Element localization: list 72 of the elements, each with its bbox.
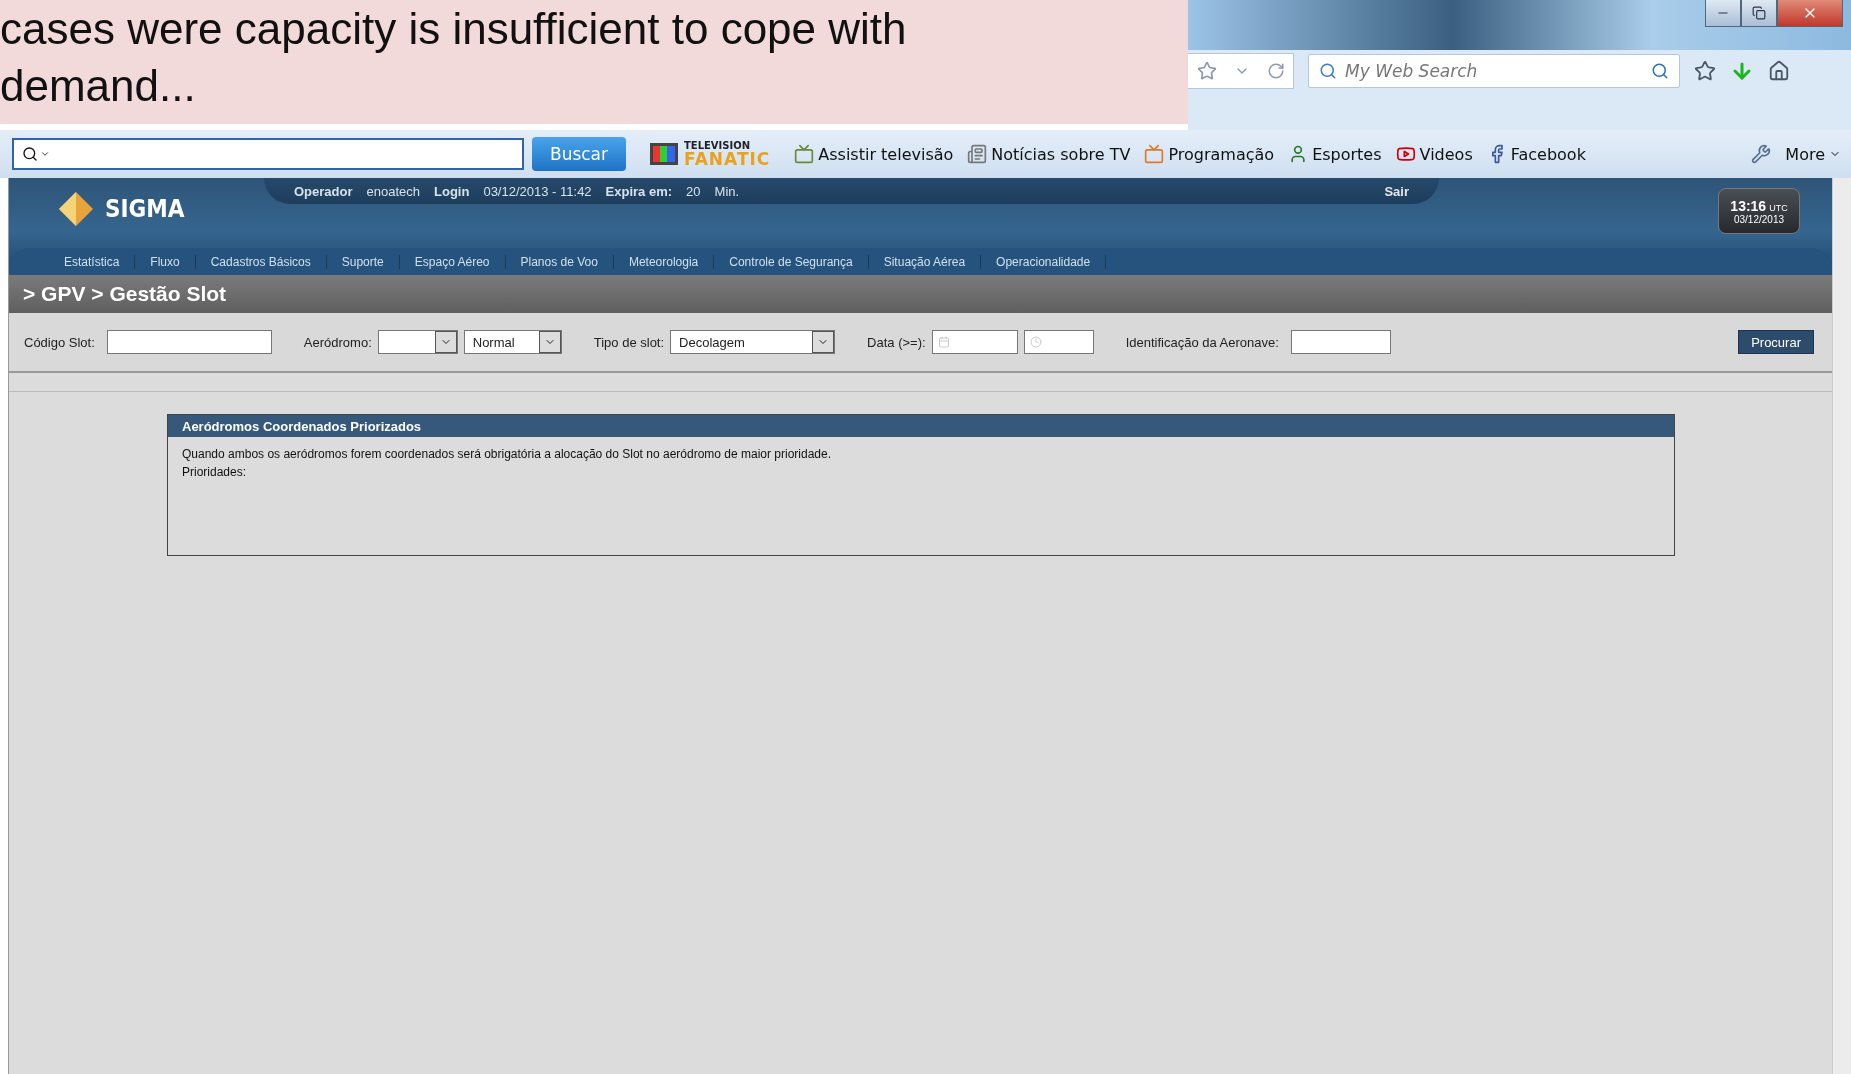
- logout-link[interactable]: Sair: [1356, 183, 1409, 199]
- toolbar-link[interactable]: Programação: [1144, 144, 1275, 164]
- menu-item[interactable]: Situação Aérea: [868, 254, 982, 269]
- restore-icon: [1752, 6, 1766, 20]
- input-field[interactable]: [1290, 330, 1391, 354]
- toolbar-link[interactable]: Notícias sobre TV: [967, 144, 1131, 164]
- search-icon: [22, 146, 38, 162]
- field-label: Identificação da Aeronave:: [1125, 334, 1279, 350]
- toolbar-link[interactable]: Facebook: [1486, 144, 1586, 164]
- field-label: Data (>=):: [867, 334, 926, 350]
- menu-item[interactable]: Estatística: [49, 254, 136, 269]
- tv-logo[interactable]: TELEVISION FANATIC: [650, 140, 771, 168]
- field-label: Aeródromo:: [303, 334, 372, 350]
- session-text: enoatech: [366, 183, 420, 199]
- field-label: Tipo de slot:: [593, 334, 665, 350]
- home-icon[interactable]: [1768, 60, 1790, 82]
- menu-item[interactable]: Operacionalidade: [981, 254, 1107, 269]
- more-menu[interactable]: More: [1785, 144, 1841, 164]
- link-icon: [794, 144, 815, 164]
- session-text: 03/12/2013 - 11:42: [483, 183, 592, 199]
- slide-text: cases were capacity is insufficient to cope with demand...: [0, 0, 1188, 124]
- select-field[interactable]: Decolagem: [670, 330, 836, 354]
- menu-item[interactable]: Planos de Voo: [505, 254, 614, 269]
- bookmarks-icon[interactable]: [1694, 60, 1716, 82]
- toolbar-link[interactable]: Assistir televisão: [794, 144, 954, 164]
- close-button[interactable]: [1777, 0, 1843, 27]
- menu-item[interactable]: Meteorologia: [613, 254, 715, 269]
- session-text: Operador: [294, 183, 353, 199]
- star-logo-icon: [59, 192, 93, 226]
- field-label: Código Slot:: [24, 334, 95, 350]
- link-icon: [1144, 144, 1165, 164]
- select-field[interactable]: [377, 330, 458, 354]
- session-text: Expira em:: [605, 183, 673, 199]
- menu-item[interactable]: Cadastros Básicos: [195, 254, 327, 269]
- input-field[interactable]: [106, 330, 272, 354]
- menu-item[interactable]: Controle de Segurança: [714, 254, 869, 269]
- panel-text: Prioridades:: [182, 464, 248, 481]
- toolbar-link[interactable]: Esportes: [1288, 144, 1382, 164]
- search-field[interactable]: My Web Search: [1308, 54, 1680, 88]
- reload-icon[interactable]: [1266, 62, 1285, 80]
- scrollbar[interactable]: [1832, 178, 1851, 1074]
- clock-widget: 13:16 UTC 03/12/2013: [1718, 188, 1800, 234]
- search-button[interactable]: Procurar: [1738, 330, 1814, 354]
- session-text: Login: [434, 183, 470, 199]
- link-icon: [967, 144, 988, 164]
- caret-icon: [40, 149, 50, 159]
- select-field[interactable]: Normal: [463, 330, 562, 354]
- menu-item[interactable]: Espaço Aéreo: [399, 254, 506, 269]
- app-logo: SIGMA: [105, 195, 185, 223]
- search-button[interactable]: Buscar: [532, 137, 626, 171]
- calendar-icon: [937, 336, 950, 348]
- panel-title: Aeródromos Coordenados Priorizados: [168, 415, 1674, 437]
- date-field[interactable]: [931, 330, 1018, 354]
- search-icon[interactable]: [1651, 62, 1669, 80]
- address-bar[interactable]: [1188, 53, 1294, 89]
- menu-item[interactable]: Fluxo: [135, 254, 196, 269]
- toolbar-search-field[interactable]: [12, 138, 524, 170]
- minimize-button[interactable]: [1705, 0, 1741, 27]
- breadcrumb: > GPV > Gestão Slot: [9, 275, 1832, 313]
- toolbar-link[interactable]: Videos: [1395, 144, 1473, 164]
- tv-icon: [650, 143, 678, 165]
- session-text: Min.: [714, 183, 740, 199]
- link-icon: [1395, 144, 1416, 164]
- search-icon[interactable]: [1319, 62, 1337, 80]
- time-field[interactable]: [1023, 330, 1094, 354]
- restore-button[interactable]: [1741, 0, 1777, 27]
- session-text: 20: [686, 183, 701, 199]
- menu-item[interactable]: Suporte: [326, 254, 400, 269]
- star-icon[interactable]: [1196, 61, 1217, 81]
- panel-text: Quando ambos os aeródromos forem coordenados será obrigatória a alocação do Slot no aeródromo de maior prioridade.: [182, 446, 833, 463]
- clock-icon: [1029, 336, 1042, 348]
- wrench-icon[interactable]: [1751, 144, 1772, 164]
